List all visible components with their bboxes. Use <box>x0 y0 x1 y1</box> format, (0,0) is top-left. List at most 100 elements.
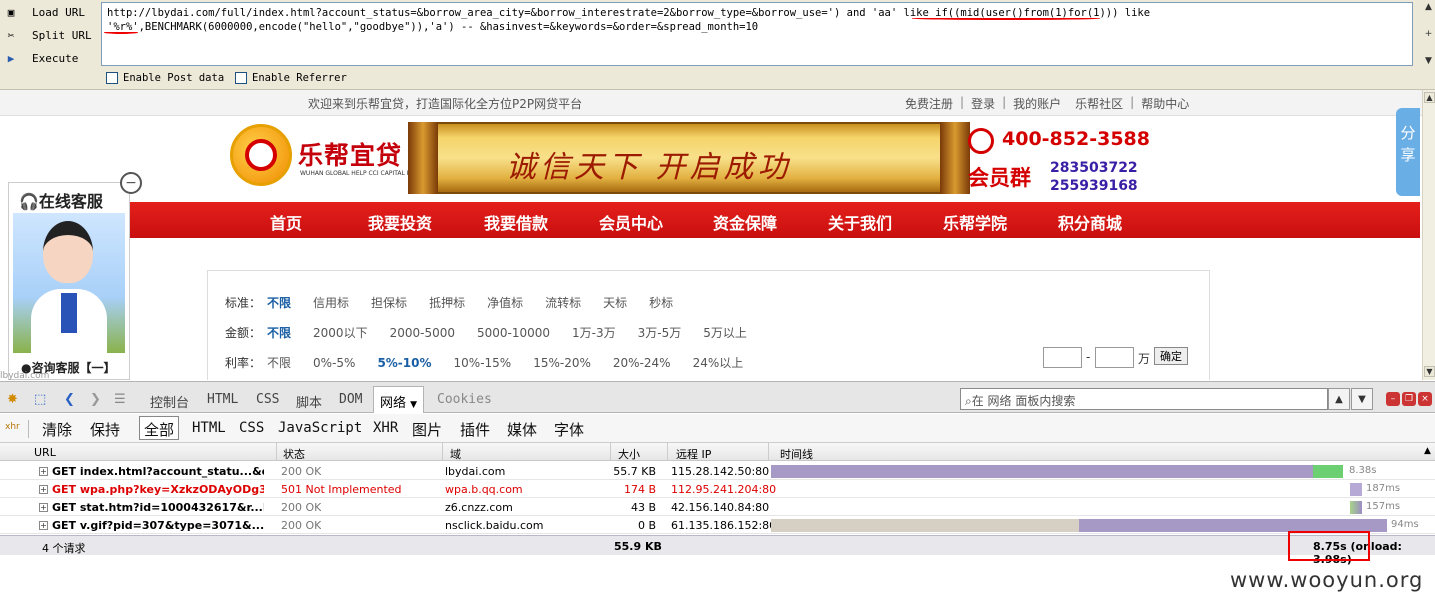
execute-button[interactable]: ▶ Execute <box>2 47 94 69</box>
forward-icon[interactable]: ❯ <box>90 392 101 407</box>
nav-borrow[interactable]: 我要借款 <box>484 210 548 234</box>
table-row[interactable]: + GET wpa.php?key=XzkzODAyODg3...N 501 N… <box>0 480 1435 498</box>
enable-post-checkbox[interactable]: Enable Post data <box>106 72 224 84</box>
filter-option[interactable]: 3万-5万 <box>638 324 682 341</box>
url-textarea[interactable]: http://lbydai.com/full/index.html?accoun… <box>101 2 1413 66</box>
column-menu-icon[interactable]: ▲ <box>1424 446 1431 456</box>
range-max-input[interactable] <box>1095 347 1134 368</box>
col-url[interactable]: URL <box>34 446 56 459</box>
filter-option[interactable]: 净值标 <box>487 294 523 311</box>
page-scrollbar[interactable]: ▲ ▼ <box>1422 90 1435 380</box>
filter-option[interactable]: 不限 <box>267 354 291 371</box>
close-icon[interactable]: × <box>1418 392 1432 406</box>
nav-member-center[interactable]: 会员中心 <box>599 210 663 234</box>
request-url[interactable]: GET index.html?account_statu...&orde <box>52 465 264 478</box>
filter-option[interactable]: 5万以上 <box>703 324 747 341</box>
expand-icon[interactable]: + <box>39 485 48 494</box>
request-url[interactable]: GET v.gif?pid=307&type=3071&...cite <box>52 519 264 532</box>
col-domain[interactable]: 域 <box>450 446 461 462</box>
share-tab[interactable]: 分享 <box>1396 108 1420 196</box>
panel-search-input[interactable]: ⌕在 网络 面板内搜索 <box>960 388 1328 410</box>
clear-button[interactable]: 清除 <box>42 419 72 440</box>
filter-xhr-button[interactable]: XHR <box>373 420 398 436</box>
filter-plugins-button[interactable]: 插件 <box>460 419 490 440</box>
help-center-link[interactable]: 帮助中心 <box>1134 95 1196 112</box>
nav-academy[interactable]: 乐帮学院 <box>943 210 1007 234</box>
enable-referrer-checkbox[interactable]: Enable Referrer <box>235 72 347 84</box>
col-size[interactable]: 大小 <box>618 446 640 462</box>
table-row[interactable]: + GET index.html?account_statu...&orde 2… <box>0 462 1435 480</box>
dropdown-arrow-icon[interactable]: ▼ <box>410 400 417 410</box>
nav-home[interactable]: 首页 <box>270 210 302 234</box>
community-link[interactable]: 乐帮社区 <box>1068 95 1130 112</box>
scroll-down-icon[interactable]: ▼ <box>1424 366 1435 377</box>
detach-icon[interactable]: ❐ <box>1402 392 1416 406</box>
search-next-icon[interactable]: ▼ <box>1351 388 1373 410</box>
register-link[interactable]: 免费注册 <box>898 95 960 112</box>
range-confirm-button[interactable]: 确定 <box>1154 347 1188 365</box>
tab-css[interactable]: CSS <box>256 392 279 407</box>
inspect-icon[interactable]: ⬚ <box>34 392 46 407</box>
scroll-up-icon[interactable]: ▲ <box>1424 92 1435 103</box>
range-min-input[interactable] <box>1043 347 1082 368</box>
filter-option[interactable]: 5%-10% <box>377 356 431 370</box>
back-icon[interactable]: ❮ <box>64 392 75 407</box>
filter-images-button[interactable]: 图片 <box>412 419 442 440</box>
filter-option[interactable]: 流转标 <box>545 294 581 311</box>
firebug-bug-icon[interactable]: ✸ <box>7 392 18 407</box>
filter-option[interactable]: 15%-20% <box>533 356 591 370</box>
checkbox-box[interactable] <box>106 72 118 84</box>
filter-option[interactable]: 抵押标 <box>429 294 465 311</box>
filter-option[interactable]: 天标 <box>603 294 627 311</box>
nav-points-mall[interactable]: 积分商城 <box>1058 210 1122 234</box>
col-status[interactable]: 状态 <box>283 446 305 462</box>
tab-console[interactable]: 控制台 <box>150 392 189 411</box>
filter-option[interactable]: 担保标 <box>371 294 407 311</box>
tab-dom[interactable]: DOM <box>339 392 362 407</box>
filter-option[interactable]: 信用标 <box>313 294 349 311</box>
load-url-button[interactable]: ▣ Load URL <box>2 1 94 23</box>
filter-css-button[interactable]: CSS <box>239 420 264 436</box>
filter-option[interactable]: 10%-15% <box>454 356 512 370</box>
filter-option[interactable]: 秒标 <box>649 294 673 311</box>
close-float-button[interactable]: − <box>120 172 142 194</box>
filter-option[interactable]: 5000-10000 <box>477 326 550 340</box>
nav-fund-security[interactable]: 资金保障 <box>713 210 777 234</box>
col-remote-ip[interactable]: 远程 IP <box>676 446 711 462</box>
filter-option[interactable]: 20%-24% <box>613 356 671 370</box>
tab-html[interactable]: HTML <box>207 392 238 407</box>
login-link[interactable]: 登录 <box>964 95 1002 112</box>
filter-option[interactable]: 不限 <box>267 294 291 311</box>
filter-html-button[interactable]: HTML <box>192 420 226 436</box>
expand-icon[interactable]: + <box>39 503 48 512</box>
filter-option[interactable]: 2000以下 <box>313 324 368 341</box>
filter-all-button[interactable]: 全部 <box>139 416 180 440</box>
tab-cookies[interactable]: Cookies <box>437 392 492 407</box>
persist-button[interactable]: 保持 <box>90 419 120 440</box>
minimize-icon[interactable]: – <box>1386 392 1400 406</box>
table-row[interactable]: + GET stat.htm?id=1000432617&r...F% 200 … <box>0 498 1435 516</box>
url-scroll-arrows[interactable]: ▲ + ▼ <box>1422 2 1435 66</box>
filter-fonts-button[interactable]: 字体 <box>554 419 584 440</box>
my-account-link[interactable]: 我的账户 <box>1006 95 1068 112</box>
filter-option[interactable]: 1万-3万 <box>572 324 616 341</box>
col-timeline[interactable]: 时间线 <box>780 446 813 462</box>
tab-script[interactable]: 脚本 <box>296 392 322 411</box>
filter-option[interactable]: 不限 <box>267 324 291 341</box>
list-icon[interactable]: ☰ <box>114 392 126 407</box>
filter-option[interactable]: 2000-5000 <box>390 326 455 340</box>
expand-icon[interactable]: + <box>39 521 48 530</box>
filter-js-button[interactable]: JavaScript <box>278 420 362 436</box>
nav-about-us[interactable]: 关于我们 <box>828 210 892 234</box>
split-url-button[interactable]: ✂ Split URL <box>2 24 94 46</box>
request-url[interactable]: GET wpa.php?key=XzkzODAyODg3...N <box>52 483 264 496</box>
site-logo[interactable]: 乐帮宜贷 WUHAN GLOBAL HELP CCI CAPITAL LTD <box>230 120 418 195</box>
search-prev-icon[interactable]: ▲ <box>1328 388 1350 410</box>
table-row[interactable]: + GET v.gif?pid=307&type=3071&...cite 20… <box>0 516 1435 534</box>
tab-network[interactable]: 网络 ▼ <box>373 386 425 413</box>
filter-media-button[interactable]: 媒体 <box>507 419 537 440</box>
nav-invest[interactable]: 我要投资 <box>368 210 432 234</box>
expand-icon[interactable]: + <box>39 467 48 476</box>
checkbox-box[interactable] <box>235 72 247 84</box>
filter-option[interactable]: 24%以上 <box>693 354 744 371</box>
